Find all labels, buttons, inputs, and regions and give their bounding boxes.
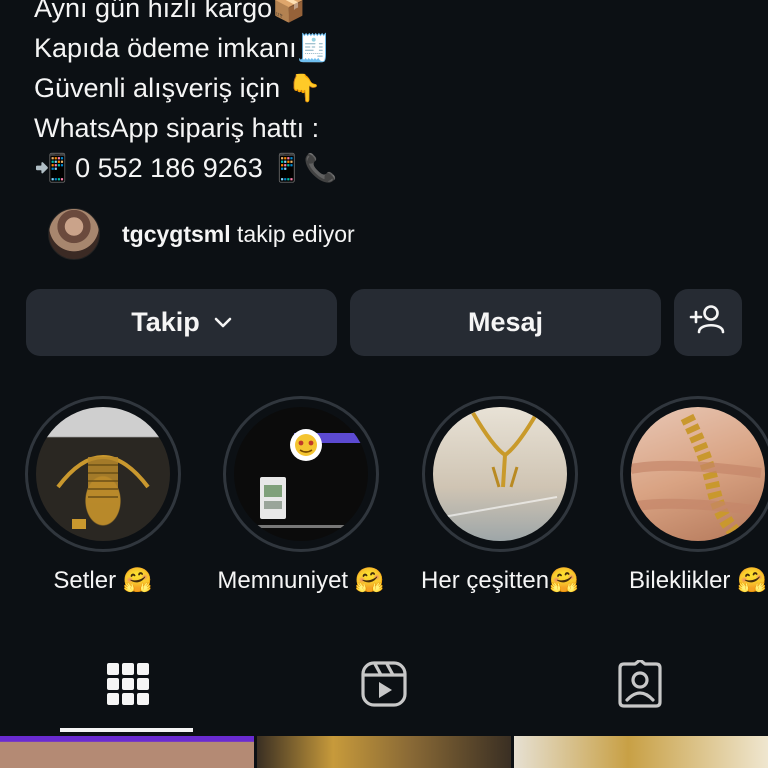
grid-icon bbox=[106, 662, 150, 711]
highlight-memnuniyet[interactable]: Memnuniyet 🤗 bbox=[201, 396, 401, 595]
tab-posts[interactable] bbox=[0, 640, 256, 732]
story-highlights: Setler 🤗 Memnuniyet 🤗 Her çeşitten🤗 Bile… bbox=[0, 396, 768, 606]
profile-tabs bbox=[0, 640, 768, 732]
profile-page: Aynı gün hızlı kargo📦 Kapıda ödeme imkan… bbox=[0, 0, 768, 768]
highlight-label: Her çeşitten🤗 bbox=[421, 567, 579, 594]
reels-icon bbox=[360, 660, 408, 713]
following-button[interactable]: Takip bbox=[26, 289, 337, 356]
tab-tagged[interactable] bbox=[512, 640, 768, 732]
post-thumbnail[interactable] bbox=[257, 736, 511, 768]
highlight-label: Memnuniyet 🤗 bbox=[217, 567, 385, 594]
posts-grid bbox=[0, 736, 768, 768]
post-thumbnail[interactable] bbox=[0, 736, 254, 768]
add-person-icon bbox=[689, 303, 727, 342]
highlight-ring bbox=[422, 396, 578, 552]
necklace-photo bbox=[433, 407, 567, 541]
follower-username[interactable]: tgcygtsml bbox=[122, 221, 231, 247]
message-button-label: Mesaj bbox=[467, 307, 544, 337]
bio-line: WhatsApp sipariş hattı : bbox=[34, 113, 320, 143]
highlight-ring bbox=[25, 396, 181, 552]
chat-screenshot-photo bbox=[234, 407, 368, 541]
message-button[interactable]: Mesaj bbox=[350, 289, 661, 356]
bio-line: Aynı gün hızlı kargo📦 bbox=[34, 0, 306, 23]
jewelry-set-photo bbox=[36, 407, 170, 541]
chevron-down-icon bbox=[214, 317, 232, 329]
highlight-label: Setler 🤗 bbox=[53, 567, 153, 594]
tab-reels[interactable] bbox=[256, 640, 512, 732]
bio-line: Kapıda ödeme imkanı🧾 bbox=[34, 33, 331, 63]
followed-by-label: takip ediyor bbox=[237, 220, 355, 247]
bracelet-photo bbox=[631, 407, 765, 541]
highlight-her-cesitten[interactable]: Her çeşitten🤗 bbox=[400, 396, 600, 595]
highlight-label: Bileklikler 🤗 bbox=[629, 567, 767, 594]
post-thumbnail[interactable] bbox=[514, 736, 768, 768]
highlight-bileklikler[interactable]: Bileklikler 🤗 bbox=[598, 396, 768, 595]
highlight-setler[interactable]: Setler 🤗 bbox=[3, 396, 203, 595]
follower-avatar[interactable] bbox=[48, 208, 100, 260]
followed-by-text: tgcygtsml takip ediyor bbox=[122, 221, 355, 248]
bio-line: Güvenli alışveriş için 👇 bbox=[34, 73, 322, 103]
bio-phone-line[interactable]: 📲 0 552 186 9263 📱📞 bbox=[34, 148, 734, 188]
tagged-icon bbox=[616, 657, 664, 713]
profile-bio: Aynı gün hızlı kargo📦 Kapıda ödeme imkan… bbox=[34, 0, 734, 188]
followed-by-row[interactable]: tgcygtsml takip ediyor bbox=[48, 208, 355, 260]
highlight-ring bbox=[223, 396, 379, 552]
suggest-accounts-button[interactable] bbox=[674, 289, 742, 356]
highlight-ring bbox=[620, 396, 768, 552]
active-tab-indicator bbox=[60, 728, 193, 732]
following-button-label: Takip bbox=[131, 307, 200, 337]
